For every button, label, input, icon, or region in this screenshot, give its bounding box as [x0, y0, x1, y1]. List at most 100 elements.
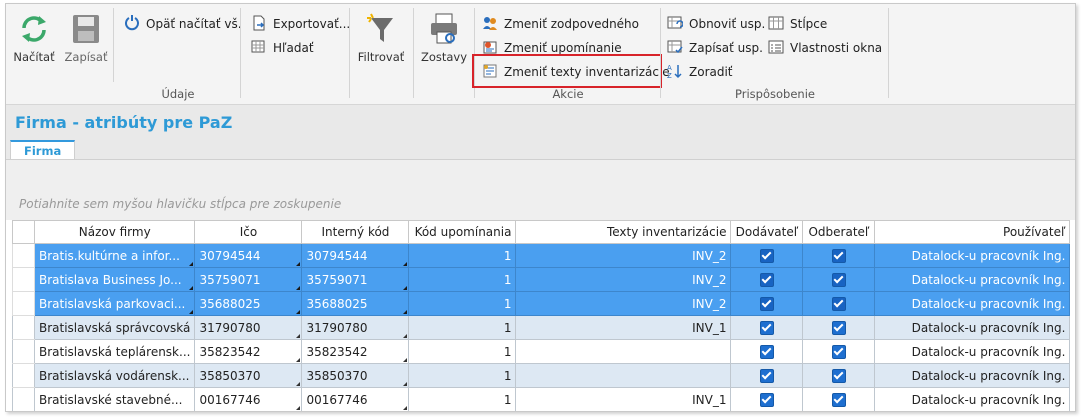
- cell-pouzivatel[interactable]: Datalock-u pracovník Ing.: [874, 339, 1071, 364]
- cell-kod-upominania[interactable]: 1: [408, 243, 517, 268]
- cell-nazov[interactable]: Bratislavské stavebné...: [33, 387, 196, 411]
- cell-ico[interactable]: 35759071: [194, 267, 303, 292]
- odberatel-checkbox[interactable]: [831, 320, 846, 335]
- column-header-dodavatel[interactable]: Dodávateľ: [730, 220, 804, 244]
- cell-pouzivatel[interactable]: Datalock-u pracovník Ing.: [874, 387, 1071, 411]
- cell-kod-upominania[interactable]: 1: [408, 267, 517, 292]
- stlpce-button[interactable]: Stĺpce: [768, 14, 827, 34]
- cell-interny-kod[interactable]: 31790780: [301, 315, 410, 340]
- column-header-texty-inventarizacie[interactable]: Texty inventarizácie: [515, 220, 732, 244]
- cell-nazov[interactable]: Bratislavská teplárensk...: [33, 339, 196, 364]
- cell-pouzivatel[interactable]: Datalock-u pracovník Ing.: [874, 267, 1071, 292]
- cell-texty-inventarizacie[interactable]: [515, 339, 732, 364]
- filtrovat-button[interactable]: Filtrovať: [354, 12, 408, 64]
- cell-texty-inventarizacie[interactable]: INV_2: [515, 267, 732, 292]
- cell-dodavatel[interactable]: [730, 363, 804, 388]
- column-header-ico[interactable]: Ičo: [194, 220, 303, 244]
- obnovit-usp-button[interactable]: Obnoviť usp.: [667, 14, 765, 34]
- opat-nacitat-button[interactable]: Opäť načítať vš.: [124, 14, 242, 34]
- cell-texty-inventarizacie[interactable]: INV_1: [515, 315, 732, 340]
- dodavatel-checkbox[interactable]: [759, 344, 774, 359]
- cell-dodavatel[interactable]: [730, 315, 804, 340]
- cell-odberatel[interactable]: [802, 315, 876, 340]
- cell-texty-inventarizacie[interactable]: INV_2: [515, 291, 732, 316]
- zapisat-usp-button[interactable]: Zapísať usp.: [667, 38, 763, 58]
- cell-dodavatel[interactable]: [730, 243, 804, 268]
- cell-odberatel[interactable]: [802, 267, 876, 292]
- table-row[interactable]: Bratislavská vodárensk... 35850370 35850…: [12, 363, 1071, 388]
- cell-dodavatel[interactable]: [730, 267, 804, 292]
- cell-interny-kod[interactable]: 35759071: [301, 267, 410, 292]
- cell-odberatel[interactable]: [802, 339, 876, 364]
- odberatel-checkbox[interactable]: [831, 296, 846, 311]
- column-header-nazov[interactable]: Názov firmy: [33, 220, 196, 244]
- dodavatel-checkbox[interactable]: [759, 272, 774, 287]
- cell-pouzivatel[interactable]: Datalock-u pracovník Ing.: [874, 243, 1071, 268]
- cell-pouzivatel[interactable]: Datalock-u pracovník Ing.: [874, 291, 1071, 316]
- table-row[interactable]: Bratis.kultúrne a infor... 30794544 3079…: [12, 243, 1071, 268]
- nacitat-button[interactable]: Načítať: [11, 12, 57, 64]
- cell-nazov[interactable]: Bratislavská vodárensk...: [33, 363, 196, 388]
- cell-ico[interactable]: 35850370: [194, 363, 303, 388]
- dodavatel-checkbox[interactable]: [759, 392, 774, 407]
- cell-ico[interactable]: 00167746: [194, 387, 303, 411]
- cell-kod-upominania[interactable]: 1: [408, 387, 517, 411]
- dodavatel-checkbox[interactable]: [759, 248, 774, 263]
- cell-interny-kod[interactable]: 30794544: [301, 243, 410, 268]
- cell-pouzivatel[interactable]: Datalock-u pracovník Ing.: [874, 363, 1071, 388]
- cell-odberatel[interactable]: [802, 363, 876, 388]
- cell-dodavatel[interactable]: [730, 339, 804, 364]
- cell-odberatel[interactable]: [802, 387, 876, 411]
- cell-ico[interactable]: 30794544: [194, 243, 303, 268]
- odberatel-checkbox[interactable]: [831, 392, 846, 407]
- cell-texty-inventarizacie[interactable]: INV_1: [515, 387, 732, 411]
- cell-texty-inventarizacie[interactable]: INV_2: [515, 243, 732, 268]
- column-header-interny-kod[interactable]: Interný kód: [301, 220, 410, 244]
- table-row[interactable]: Bratislavská teplárensk... 35823542 3582…: [12, 339, 1071, 364]
- cell-interny-kod[interactable]: 35688025: [301, 291, 410, 316]
- column-header-pouzivatel[interactable]: Používateľ: [874, 220, 1071, 244]
- dodavatel-checkbox[interactable]: [759, 296, 774, 311]
- odberatel-checkbox[interactable]: [831, 344, 846, 359]
- cell-kod-upominania[interactable]: 1: [408, 363, 517, 388]
- cell-ico[interactable]: 31790780: [194, 315, 303, 340]
- tab-firma[interactable]: Firma: [10, 140, 76, 161]
- cell-nazov[interactable]: Bratislavská parkovaci...: [33, 291, 196, 316]
- cell-interny-kod[interactable]: 35823542: [301, 339, 410, 364]
- zapisat-button[interactable]: Zapísať: [62, 12, 110, 64]
- cell-interny-kod[interactable]: 00167746: [301, 387, 410, 411]
- dodavatel-checkbox[interactable]: [759, 368, 774, 383]
- vlastnosti-okna-button[interactable]: Vlastnosti okna: [768, 38, 882, 58]
- zoradit-button[interactable]: A Z Zoradiť: [667, 62, 733, 82]
- group-by-area[interactable]: Potiahnite sem myšou hlavičku stĺpca pre…: [6, 159, 1075, 220]
- table-row[interactable]: Bratislavská parkovaci... 35688025 35688…: [12, 291, 1071, 316]
- zostavy-button[interactable]: Zostavy: [420, 12, 468, 64]
- odberatel-checkbox[interactable]: [831, 272, 846, 287]
- column-header-odberatel[interactable]: Odberateľ: [802, 220, 876, 244]
- cell-odberatel[interactable]: [802, 243, 876, 268]
- exportovat-button[interactable]: Exportovať...: [251, 14, 350, 34]
- cell-kod-upominania[interactable]: 1: [408, 339, 517, 364]
- odberatel-checkbox[interactable]: [831, 368, 846, 383]
- zmenit-zodpovedneho-button[interactable]: Zmeniť zodpovedného: [482, 14, 639, 34]
- hladat-button[interactable]: Hľadať: [251, 38, 314, 58]
- odberatel-checkbox[interactable]: [831, 248, 846, 263]
- cell-dodavatel[interactable]: [730, 291, 804, 316]
- column-header-kod-upominania[interactable]: Kód upomínania: [408, 220, 517, 244]
- cell-kod-upominania[interactable]: 1: [408, 291, 517, 316]
- cell-ico[interactable]: 35823542: [194, 339, 303, 364]
- cell-kod-upominania[interactable]: 1: [408, 315, 517, 340]
- table-row[interactable]: Bratislava Business Jo... 35759071 35759…: [12, 267, 1071, 292]
- cell-dodavatel[interactable]: [730, 387, 804, 411]
- table-row[interactable]: Bratislavská správcovská 31790780 317907…: [12, 315, 1071, 340]
- cell-ico[interactable]: 35688025: [194, 291, 303, 316]
- cell-texty-inventarizacie[interactable]: [515, 363, 732, 388]
- cell-pouzivatel[interactable]: Datalock-u pracovník Ing.: [874, 315, 1071, 340]
- cell-nazov[interactable]: Bratislavská správcovská: [33, 315, 196, 340]
- cell-interny-kod[interactable]: 35850370: [301, 363, 410, 388]
- table-row[interactable]: Bratislavské stavebné... 00167746 001677…: [12, 387, 1071, 411]
- cell-odberatel[interactable]: [802, 291, 876, 316]
- cell-nazov[interactable]: Bratis.kultúrne a infor...: [33, 243, 196, 268]
- dodavatel-checkbox[interactable]: [759, 320, 774, 335]
- cell-nazov[interactable]: Bratislava Business Jo...: [33, 267, 196, 292]
